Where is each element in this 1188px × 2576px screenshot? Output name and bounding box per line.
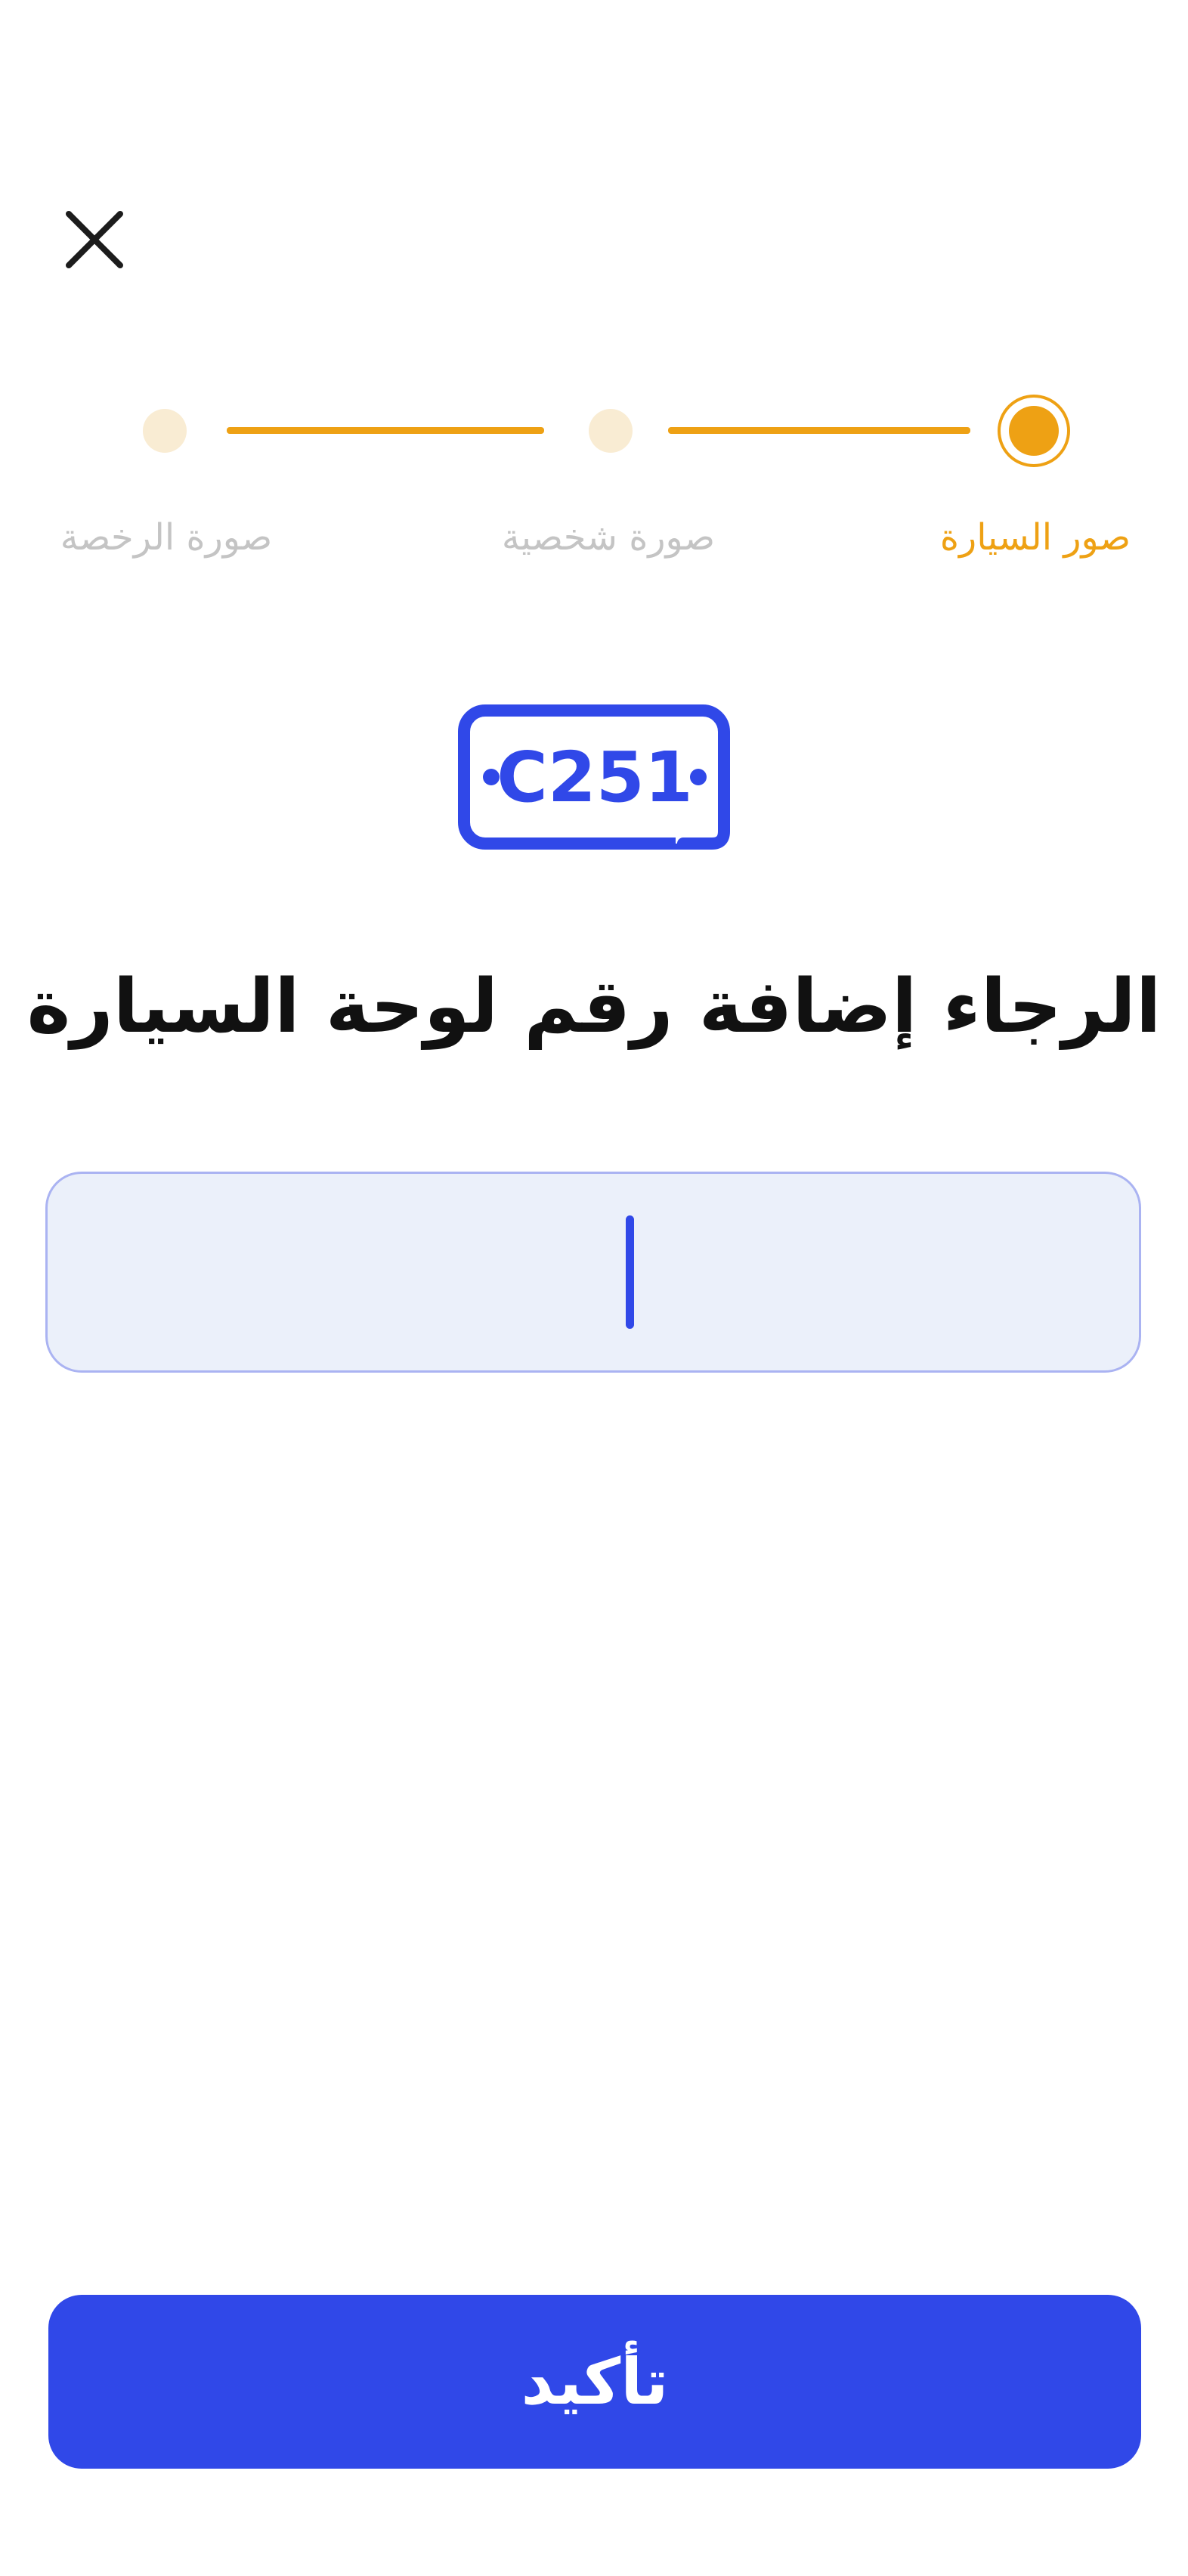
plate-icon-text: C251 — [497, 737, 693, 818]
step-dot-personal — [589, 409, 633, 453]
text-cursor — [626, 1215, 634, 1329]
license-plate-icon: C251 — [458, 704, 730, 850]
step-label-personal-photo: صورة شخصية — [501, 516, 716, 559]
page-title: الرجاء إضافة رقم لوحة السيارة — [26, 964, 1162, 1050]
plate-number-input[interactable] — [45, 1172, 1141, 1373]
close-button[interactable] — [60, 206, 128, 274]
close-icon — [66, 211, 123, 268]
step-connector — [668, 427, 970, 434]
step-dot-license — [143, 409, 187, 453]
step-dot-car-photos — [998, 395, 1070, 467]
step-connector — [227, 427, 544, 434]
progress-stepper: صور السيارة صورة شخصية صورة الرخصة — [0, 378, 1188, 574]
step-label-license-photo: صورة الرخصة — [60, 516, 273, 559]
step-label-car-photos: صور السيارة — [939, 516, 1131, 559]
confirm-button[interactable]: تأكيد — [48, 2295, 1141, 2469]
step-dot-active-fill — [1009, 406, 1059, 456]
